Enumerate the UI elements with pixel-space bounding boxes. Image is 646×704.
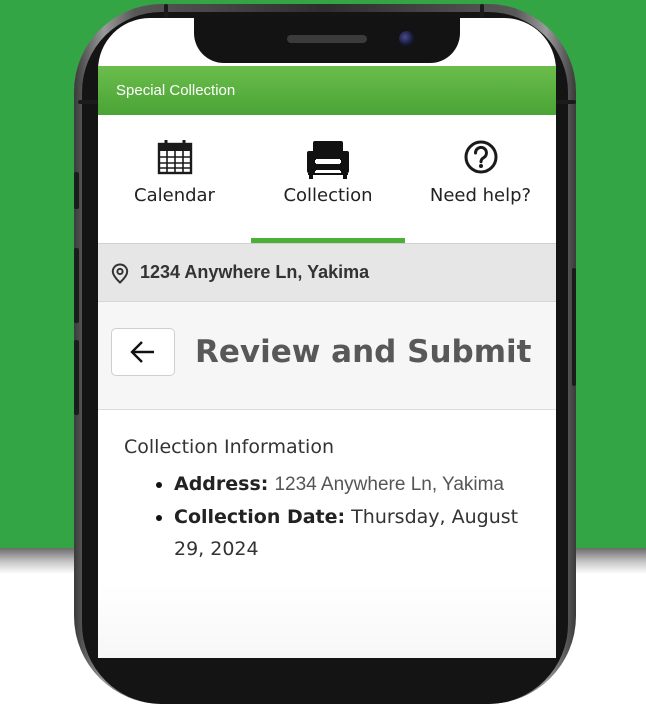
section-heading: Collection Information (124, 436, 335, 458)
tab-bar: Calendar Collection Need help? (98, 115, 556, 243)
address-bar: 1234 Anywhere Ln, Yakima (98, 243, 556, 302)
tab-calendar-label: Calendar (134, 185, 215, 206)
question-circle-icon (463, 139, 499, 179)
info-list: Address: 1234 Anywhere Ln, Yakima Collec… (146, 468, 554, 565)
phone-antenna-line (556, 100, 576, 104)
arrow-left-icon (130, 341, 154, 363)
list-item-collection-date: Collection Date: Thursday, August 29, 20… (174, 501, 554, 565)
app-bar: Special Collection (98, 66, 556, 115)
phone-camera (399, 31, 414, 46)
phone-volume-down (74, 340, 79, 415)
phone-mute-switch (74, 172, 79, 209)
phone-speaker (287, 35, 367, 43)
tab-calendar[interactable]: Calendar (98, 115, 251, 243)
current-address: 1234 Anywhere Ln, Yakima (140, 262, 370, 282)
phone-power-button (572, 268, 576, 386)
page-title: Review and Submit (195, 334, 532, 370)
armchair-icon (305, 139, 351, 183)
phone-antenna-line (164, 4, 168, 18)
back-button[interactable] (111, 328, 175, 376)
tab-collection-label: Collection (283, 185, 373, 206)
app-title: Special Collection (116, 82, 236, 99)
phone-antenna-line (480, 4, 484, 18)
tab-need-help[interactable]: Need help? (405, 115, 556, 243)
address-label: Address: (174, 473, 269, 495)
tab-need-help-label: Need help? (429, 185, 532, 206)
location-pin-icon (111, 263, 129, 288)
list-item-address: Address: 1234 Anywhere Ln, Yakima (174, 468, 554, 501)
address-value: 1234 Anywhere Ln, Yakima (274, 474, 504, 495)
phone-screen: Special Collection Calendar Collection N… (98, 18, 556, 658)
collection-date-label: Collection Date: (174, 506, 346, 528)
collection-information: Collection Information Address: 1234 Any… (98, 410, 556, 590)
calendar-icon (157, 139, 193, 179)
phone-volume-up (74, 248, 79, 323)
page-header: Review and Submit (98, 302, 556, 410)
tab-collection[interactable]: Collection (251, 115, 405, 243)
screen-bottom-fade (98, 583, 556, 658)
phone-antenna-line (78, 100, 98, 104)
